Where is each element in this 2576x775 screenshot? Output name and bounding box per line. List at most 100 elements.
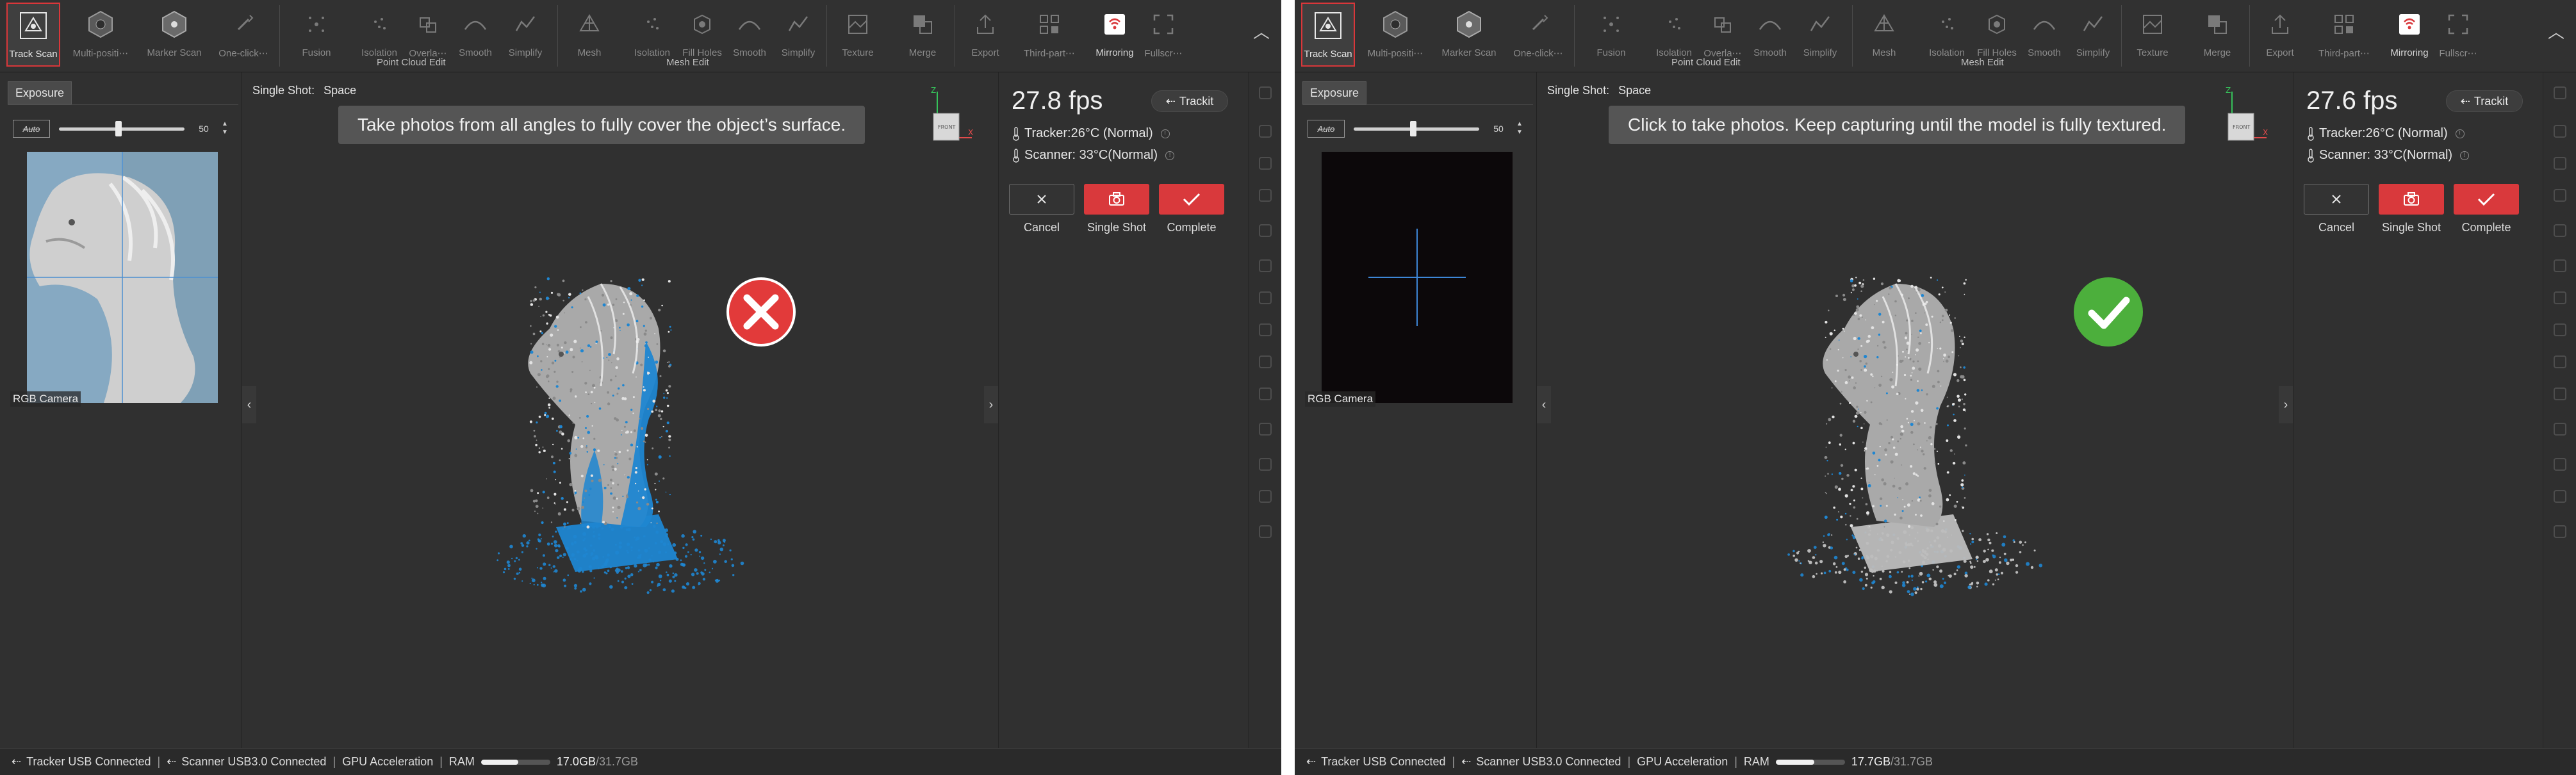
collapse-left-panel-chevron-icon[interactable]: ‹ — [242, 386, 256, 423]
ribbon-button-simplify[interactable]: Simplify — [1794, 3, 1846, 67]
complete-button[interactable] — [1159, 184, 1224, 215]
exposure-slider[interactable] — [59, 127, 185, 131]
ribbon-button-one-click[interactable]: One-click⋯ — [1507, 3, 1569, 67]
mirroring-icon — [1095, 3, 1135, 46]
home-icon[interactable] — [1258, 457, 1273, 472]
edit-icon[interactable] — [2552, 290, 2568, 306]
plane-cut-icon[interactable] — [1258, 258, 1273, 273]
redo-icon[interactable] — [2552, 524, 2568, 539]
lasso-icon[interactable] — [1258, 156, 1273, 171]
ribbon-button-mesh[interactable]: Mesh — [1858, 3, 1910, 67]
collapse-left-panel-chevron-icon[interactable]: ‹ — [1537, 386, 1551, 423]
collapse-right-panel-chevron-icon[interactable]: › — [2279, 386, 2293, 423]
rectangle-select-icon[interactable] — [2552, 124, 2568, 139]
tab-exposure[interactable]: Exposure — [8, 81, 72, 104]
ribbon-button-mirroring[interactable]: Mirroring — [1089, 3, 1140, 67]
ribbon-button-multi-position[interactable]: Multi-positi⋯ — [65, 3, 136, 67]
single-shot-button[interactable] — [2379, 184, 2444, 215]
view-axis-cube-icon[interactable]: Z X FRONT — [924, 86, 974, 151]
tab-exposure[interactable]: Exposure — [1302, 81, 1366, 104]
collapse-ribbon-chevron-icon[interactable]: ︿ — [2548, 19, 2564, 43]
ribbon-button-label: Mirroring — [2390, 47, 2429, 58]
exposure-slider-handle[interactable] — [115, 121, 122, 136]
layers-icon[interactable] — [2552, 421, 2568, 437]
delete-icon[interactable] — [2552, 322, 2568, 338]
ribbon-button-mirroring[interactable]: Mirroring — [2384, 3, 2435, 67]
ribbon-button-smooth[interactable]: Smooth — [451, 3, 500, 67]
exposure-auto-toggle[interactable]: Auto — [13, 120, 50, 138]
group-label-point-cloud-edit: Point Cloud Edit — [377, 57, 446, 68]
scanner-temperature: Scanner: 33°C(Normal) ! — [2306, 148, 2470, 163]
ribbon-button-multi-position[interactable]: Multi-positi⋯ — [1360, 3, 1431, 67]
single-shot-button[interactable] — [1084, 184, 1149, 215]
complete-button[interactable] — [2454, 184, 2519, 215]
exposure-stepper-icon[interactable]: ▲ ▼ — [1515, 120, 1524, 138]
collapse-ribbon-chevron-icon[interactable]: ︿ — [1253, 19, 1270, 43]
plane-cut-icon[interactable] — [2552, 258, 2568, 273]
lasso-icon[interactable] — [2552, 156, 2568, 171]
exposure-slider-handle[interactable] — [1410, 121, 1416, 136]
rectangle-select-icon[interactable] — [1258, 124, 1273, 139]
invert-icon[interactable] — [2552, 223, 2568, 238]
invert-icon[interactable] — [1258, 223, 1273, 238]
ribbon-button-smooth[interactable]: Smooth — [725, 3, 774, 67]
ribbon-button-merge[interactable]: Merge — [897, 3, 948, 67]
ribbon-button-simplify[interactable]: Simplify — [2067, 3, 2119, 67]
ribbon-button-fusion[interactable]: Fusion — [1579, 3, 1643, 67]
exposure-stepper-icon[interactable]: ▲ ▼ — [220, 120, 229, 138]
3d-viewport[interactable]: Single Shot: Space Click to take photos. … — [1537, 72, 2293, 748]
cancel-button[interactable] — [1009, 184, 1074, 215]
ribbon-button-merge[interactable]: Merge — [2192, 3, 2243, 67]
copy-icon[interactable] — [2552, 354, 2568, 370]
redo-icon[interactable] — [1258, 524, 1273, 539]
exposure-value[interactable]: 50 — [1487, 121, 1510, 136]
undo-icon[interactable] — [1258, 489, 1273, 504]
info-icon[interactable]: ! — [2455, 129, 2465, 138]
select-icon[interactable] — [1258, 85, 1273, 101]
ribbon-button-marker-scan[interactable]: Marker Scan — [142, 3, 206, 67]
ribbon-button-label: Mesh — [577, 47, 602, 58]
ribbon-button-track-scan[interactable]: Track Scan — [6, 3, 60, 67]
svg-text:FRONT: FRONT — [2233, 124, 2250, 130]
ribbon-button-export[interactable]: Export — [960, 3, 1011, 67]
view-axis-cube-icon[interactable]: Z X FRONT — [2219, 86, 2269, 151]
ribbon-button-mesh[interactable]: Mesh — [564, 3, 615, 67]
copy-icon[interactable] — [1258, 354, 1273, 370]
home-icon[interactable] — [2552, 457, 2568, 472]
ribbon-button-fullscreen[interactable]: Fullscr⋯ — [1139, 3, 1188, 67]
brush-icon[interactable] — [1258, 188, 1273, 203]
info-icon[interactable]: ! — [1160, 129, 1170, 138]
ribbon-button-one-click[interactable]: One-click⋯ — [213, 3, 274, 67]
duplicate-icon[interactable] — [1258, 386, 1273, 402]
ribbon-button-third-party[interactable]: Third-part⋯ — [2312, 3, 2376, 67]
ribbon-button-export[interactable]: Export — [2254, 3, 2306, 67]
layers-icon[interactable] — [1258, 421, 1273, 437]
ribbon-button-fullscreen[interactable]: Fullscr⋯ — [2434, 3, 2482, 67]
ribbon-button-smooth[interactable]: Smooth — [2020, 3, 2069, 67]
undo-icon[interactable] — [2552, 489, 2568, 504]
ribbon-button-third-party[interactable]: Third-part⋯ — [1017, 3, 1081, 67]
select-icon[interactable] — [2552, 85, 2568, 101]
exposure-value[interactable]: 50 — [192, 121, 215, 136]
duplicate-icon[interactable] — [2552, 386, 2568, 402]
ribbon-button-simplify[interactable]: Simplify — [500, 3, 551, 67]
exposure-auto-toggle[interactable]: Auto — [1308, 120, 1345, 138]
info-icon[interactable]: ! — [2460, 151, 2470, 160]
ribbon-button-marker-scan[interactable]: Marker Scan — [1437, 3, 1501, 67]
info-icon[interactable]: ! — [1165, 151, 1175, 160]
delete-icon[interactable] — [1258, 322, 1273, 338]
ribbon-button-texture[interactable]: Texture — [832, 3, 884, 67]
3d-viewport[interactable]: Single Shot: Space Take photos from all a… — [242, 72, 998, 748]
brush-icon[interactable] — [2552, 188, 2568, 203]
trackit-button[interactable]: ⇠ Trackit — [2446, 90, 2523, 112]
ribbon-button-texture[interactable]: Texture — [2126, 3, 2179, 67]
ribbon-button-fusion[interactable]: Fusion — [284, 3, 349, 67]
ribbon-button-smooth[interactable]: Smooth — [1746, 3, 1794, 67]
ribbon-button-track-scan[interactable]: Track Scan — [1301, 3, 1355, 67]
edit-icon[interactable] — [1258, 290, 1273, 306]
ribbon-button-simplify[interactable]: Simplify — [773, 3, 824, 67]
cancel-button[interactable] — [2304, 184, 2369, 215]
collapse-right-panel-chevron-icon[interactable]: › — [984, 386, 998, 423]
exposure-slider[interactable] — [1354, 127, 1479, 131]
trackit-button[interactable]: ⇠ Trackit — [1151, 90, 1228, 112]
